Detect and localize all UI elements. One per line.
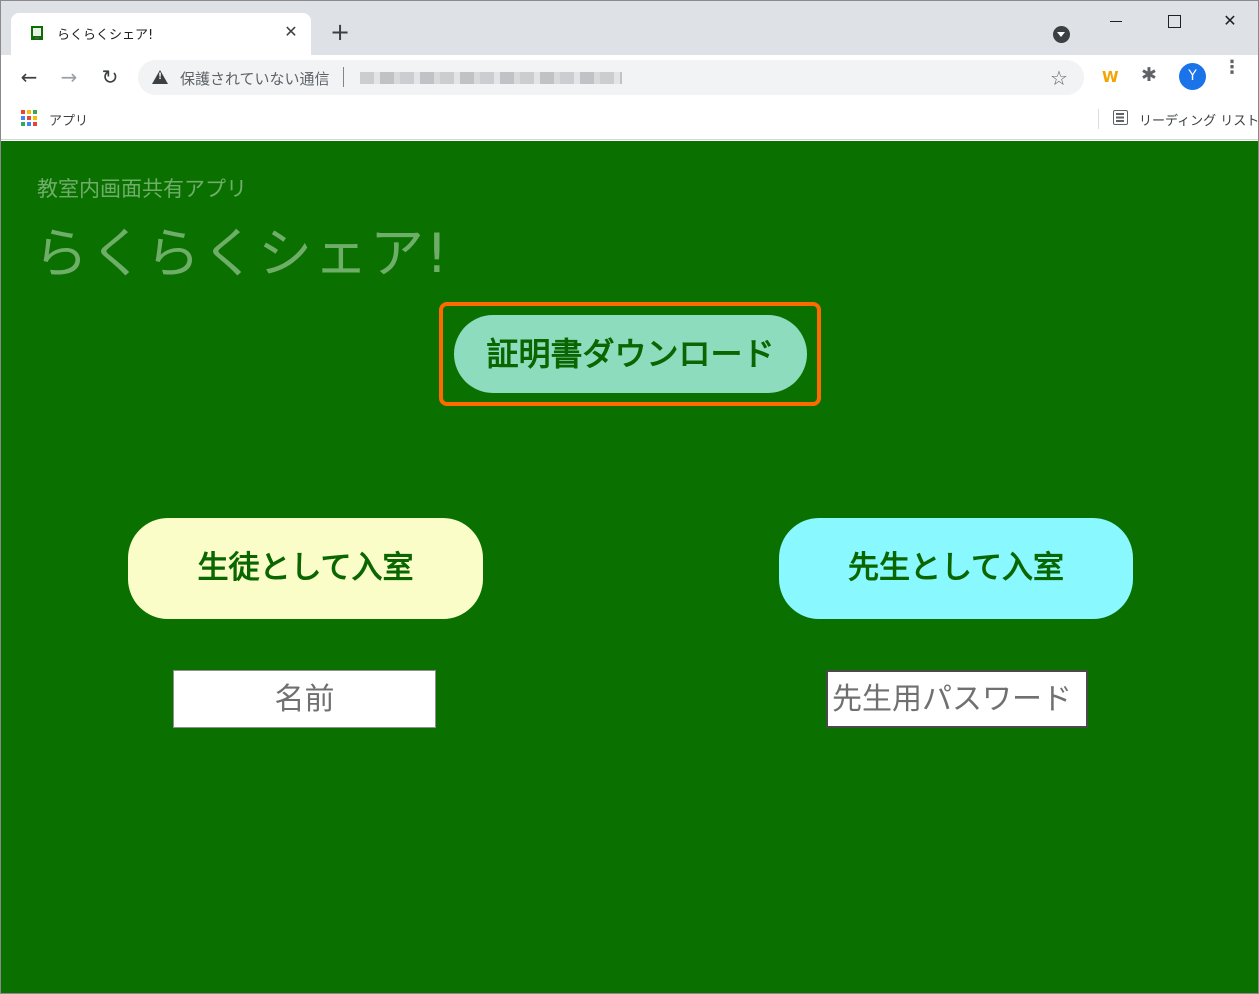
maximize-button[interactable]	[1151, 9, 1197, 33]
profile-avatar[interactable]: Y	[1179, 63, 1206, 90]
browser-toolbar: ← → ↻ 保護されていない通信 ☆ W ✱ Y ⋮	[1, 55, 1258, 100]
extensions-puzzle-icon[interactable]: ✱	[1141, 64, 1157, 86]
reading-list-icon[interactable]	[1113, 110, 1128, 125]
reload-button[interactable]: ↻	[97, 64, 123, 90]
enter-as-teacher-button[interactable]: 先生として入室	[779, 518, 1133, 619]
extension-w-icon[interactable]: W	[1102, 68, 1119, 86]
bookmark-star-icon[interactable]: ☆	[1050, 66, 1068, 90]
app-title: らくらくシェア!	[34, 222, 450, 285]
back-button[interactable]: ←	[16, 64, 42, 90]
close-window-button[interactable]: ✕	[1207, 9, 1253, 33]
teacher-password-input[interactable]	[826, 670, 1088, 728]
tab-title: らくらくシェア!	[57, 28, 154, 43]
bookmarks-divider	[1098, 109, 1099, 129]
tab-active[interactable]: らくらくシェア! ✕	[11, 13, 311, 55]
tab-strip: らくらくシェア! ✕ + ✕	[1, 1, 1258, 55]
forward-button[interactable]: →	[56, 64, 82, 90]
security-status-text[interactable]: 保護されていない通信	[180, 68, 330, 89]
bookmarks-bar: アプリ リーディング リスト	[1, 100, 1258, 140]
browser-window: らくらくシェア! ✕ + ✕ ← → ↻ 保護されていない通信 ☆ W ✱ Y …	[0, 0, 1259, 994]
apps-grid-icon[interactable]	[21, 110, 37, 126]
warning-icon[interactable]	[152, 70, 168, 84]
address-bar[interactable]: 保護されていない通信 ☆	[138, 60, 1084, 95]
new-tab-button[interactable]: +	[328, 20, 352, 45]
url-redacted[interactable]	[360, 72, 622, 84]
minimize-button[interactable]	[1093, 9, 1139, 33]
tab-search-icon[interactable]	[1053, 26, 1070, 43]
enter-as-student-button[interactable]: 生徒として入室	[128, 518, 483, 619]
page-content: 教室内画面共有アプリ らくらくシェア! 証明書ダウンロード 生徒として入室 先生…	[1, 141, 1258, 993]
app-favicon-icon	[31, 26, 43, 40]
browser-menu-icon[interactable]: ⋮	[1223, 59, 1241, 77]
tab-close-icon[interactable]: ✕	[281, 22, 301, 42]
app-subtitle: 教室内画面共有アプリ	[37, 177, 247, 201]
reading-list-button[interactable]: リーディング リスト	[1139, 110, 1258, 129]
name-input[interactable]	[173, 670, 436, 728]
certificate-download-button[interactable]: 証明書ダウンロード	[454, 315, 807, 393]
url-separator	[343, 67, 344, 87]
apps-bookmark[interactable]: アプリ	[49, 110, 88, 129]
